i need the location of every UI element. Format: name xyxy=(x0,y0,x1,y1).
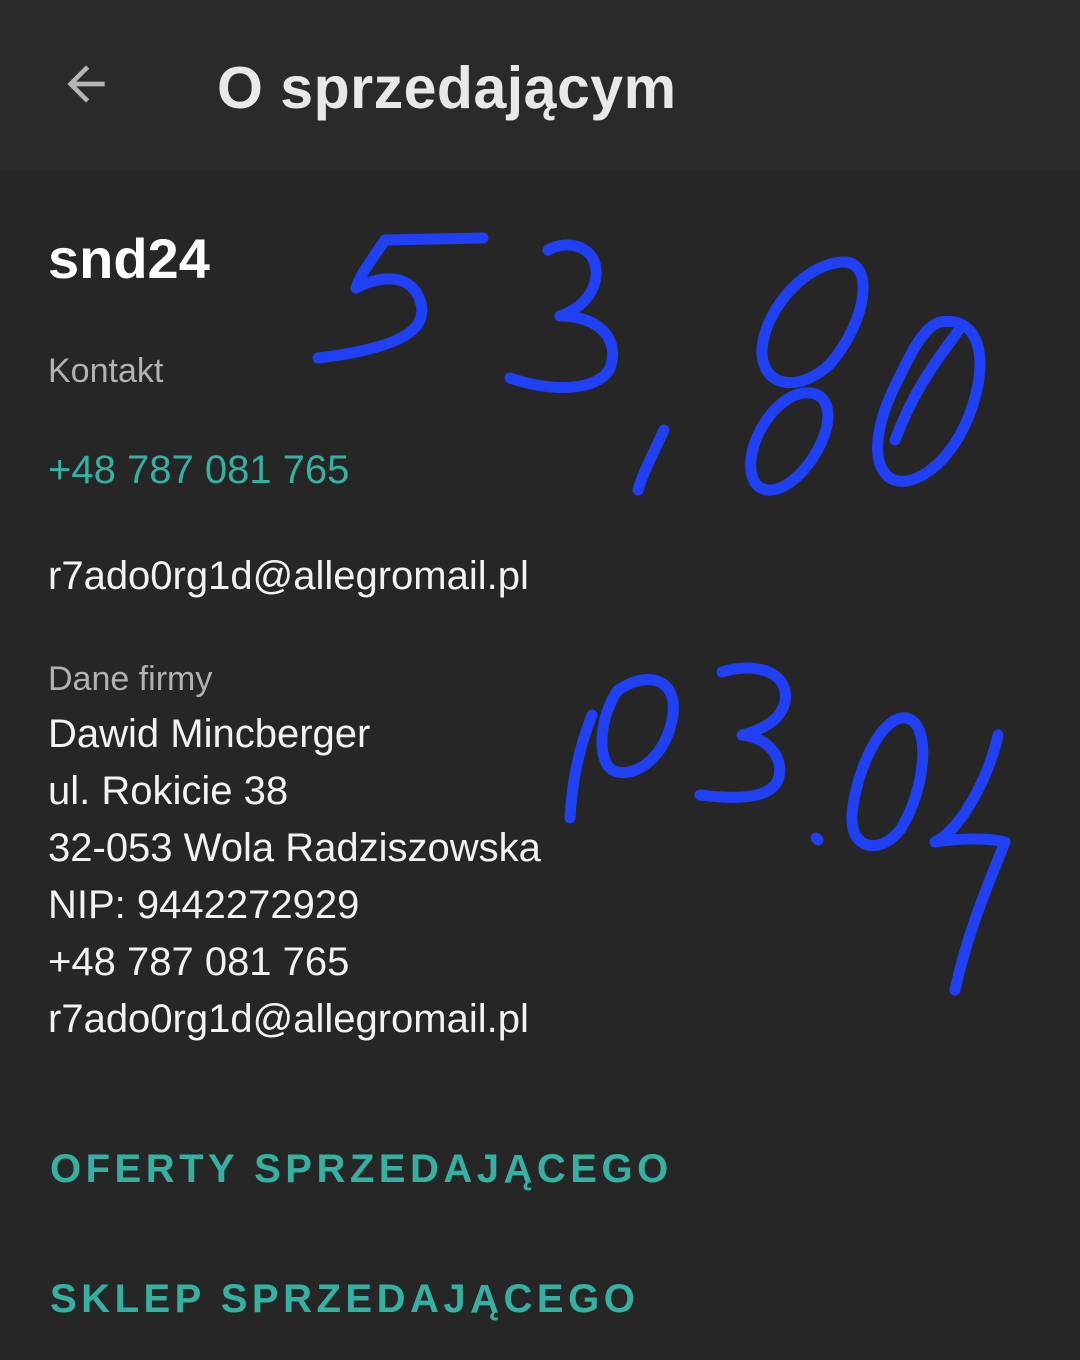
company-nip: NIP: 9442272929 xyxy=(48,883,360,927)
company-details: Dawid Mincberger ul. Rokicie 38 32-053 W… xyxy=(48,706,541,1048)
contact-section-label: Kontakt xyxy=(48,352,164,390)
app-bar: O sprzedającym xyxy=(0,0,1080,171)
company-owner-name: Dawid Mincberger xyxy=(48,712,371,756)
handwritten-digit xyxy=(889,322,966,446)
handwritten-digit xyxy=(929,729,1011,996)
contact-email[interactable]: r7ado0rg1d@allegromail.pl xyxy=(48,554,529,599)
handwritten-digit xyxy=(312,232,489,364)
seller-info-screen: O sprzedającym snd24 Kontakt +48 787 081… xyxy=(0,0,1080,1360)
page-title: O sprzedającym xyxy=(217,55,677,121)
seller-offers-link[interactable]: OFERTY SPRZEDAJĄCEGO xyxy=(50,1147,673,1192)
handwritten-digit xyxy=(846,712,929,852)
contact-phone-link[interactable]: +48 787 081 765 xyxy=(48,448,349,493)
handwritten-digit xyxy=(596,674,679,779)
handwritten-digit xyxy=(564,709,598,824)
company-street: ul. Rokicie 38 xyxy=(48,769,289,813)
arrow-left-icon xyxy=(67,65,105,103)
handwritten-digit xyxy=(872,315,986,487)
handwritten-digit xyxy=(694,662,791,803)
handwritten-digit xyxy=(756,256,869,389)
handwritten-digit xyxy=(745,387,834,496)
back-button[interactable] xyxy=(44,42,128,126)
company-city: 32-053 Wola Radziszowska xyxy=(48,826,541,870)
company-section-label: Dane firmy xyxy=(48,660,213,698)
company-phone: +48 787 081 765 xyxy=(48,940,350,984)
handwritten-digit xyxy=(632,424,670,496)
handwritten-digit xyxy=(810,832,824,846)
seller-shop-link[interactable]: SKLEP SPRZEDAJĄCEGO xyxy=(50,1277,639,1322)
handwritten-digit xyxy=(504,239,619,393)
company-email: r7ado0rg1d@allegromail.pl xyxy=(48,997,529,1041)
seller-name: snd24 xyxy=(48,227,210,290)
